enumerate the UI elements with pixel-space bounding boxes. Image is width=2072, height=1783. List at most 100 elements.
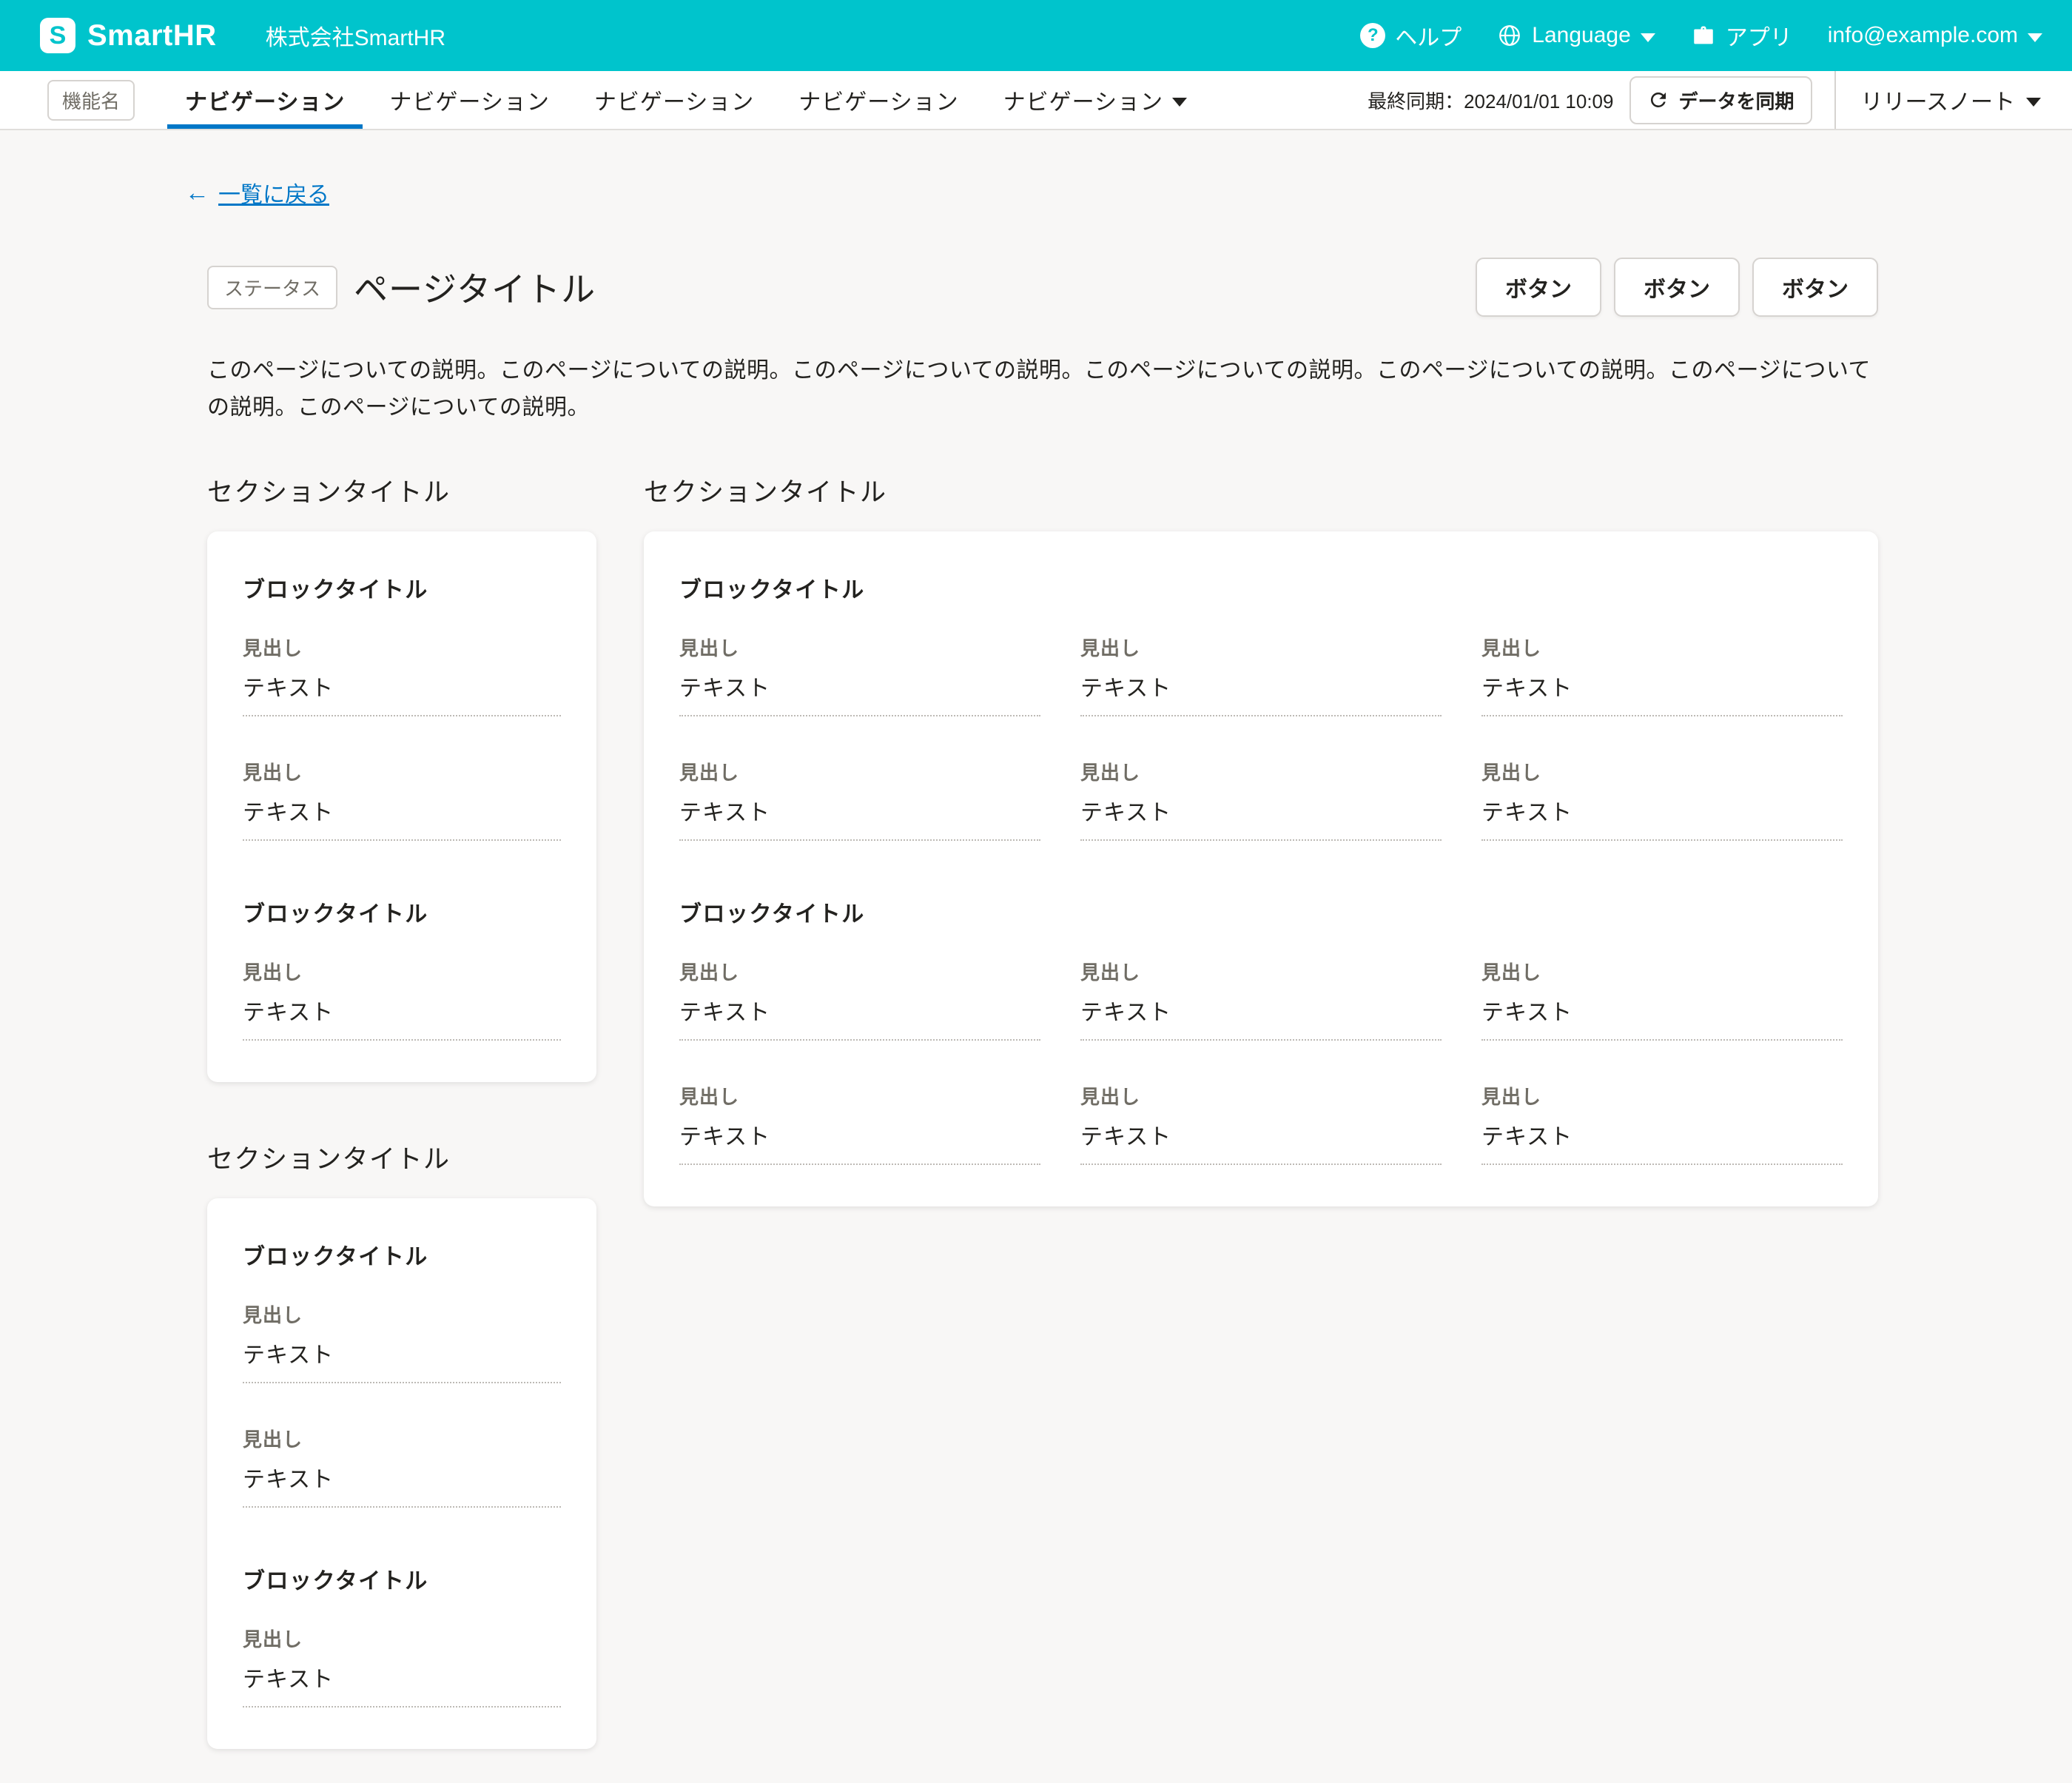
feature-name-badge: 機能名 <box>47 80 135 121</box>
definition-term: 見出し <box>1080 634 1442 661</box>
definition-value: テキスト <box>679 1118 1040 1165</box>
back-to-list-link[interactable]: ← 一覧に戻る <box>185 176 329 209</box>
definition-item: 見出し テキスト <box>679 634 1040 716</box>
definition-item: 見出し テキスト <box>1080 1082 1442 1165</box>
status-badge: ステータス <box>207 266 337 309</box>
definition-value: テキスト <box>1080 670 1442 716</box>
nav-tab-5[interactable]: ナビゲーション <box>981 71 1209 129</box>
definition-term: 見出し <box>679 758 1040 785</box>
help-label: ヘルプ <box>1395 19 1462 52</box>
block-title: ブロックタイトル <box>679 571 1843 604</box>
left-column: セクションタイトル ブロックタイトル 見出し テキスト 見出し テキスト <box>207 471 596 1749</box>
section-title: セクションタイトル <box>644 471 1878 509</box>
section-title: セクションタイトル <box>207 471 596 509</box>
definition-term: 見出し <box>679 1082 1040 1109</box>
page-action-buttons: ボタン ボタン ボタン <box>1476 258 1878 317</box>
definition-value: テキスト <box>1481 994 1843 1041</box>
definition-item: 見出し テキスト <box>1481 958 1843 1041</box>
block-title: ブロックタイトル <box>679 896 1843 928</box>
right-column: セクションタイトル ブロックタイトル 見出し テキスト 見出し <box>644 471 1878 1206</box>
last-sync-text: 最終同期：2024/01/01 10:09 <box>1368 87 1613 114</box>
definition-term: 見出し <box>243 1300 561 1328</box>
section-title: セクションタイトル <box>207 1138 596 1176</box>
back-arrow-icon: ← <box>185 178 209 206</box>
globe-icon <box>1497 23 1522 48</box>
smarthr-logo[interactable]: S SmartHR <box>40 18 217 53</box>
definition-item: 見出し テキスト <box>243 958 561 1041</box>
refresh-icon <box>1647 89 1669 111</box>
back-link-label: 一覧に戻る <box>218 176 329 209</box>
section-2-card: ブロックタイトル 見出し テキスト 見出し テキスト <box>644 531 1878 1206</box>
definition-term: 見出し <box>243 958 561 985</box>
nav-tab-1[interactable]: ナビゲーション <box>163 71 367 129</box>
language-menu-item[interactable]: Language <box>1497 23 1655 48</box>
chevron-down-icon <box>1641 33 1655 42</box>
definition-item: 見出し テキスト <box>243 1300 561 1383</box>
nav-tab-4[interactable]: ナビゲーション <box>776 71 980 129</box>
definition-value: テキスト <box>243 794 561 841</box>
smarthr-logo-icon: S <box>40 18 75 53</box>
definition-item: 見出し テキスト <box>243 634 561 716</box>
definition-value: テキスト <box>243 1661 561 1708</box>
block-title: ブロックタイトル <box>243 1238 561 1271</box>
action-button-2[interactable]: ボタン <box>1614 258 1740 317</box>
help-icon: ? <box>1360 23 1385 48</box>
definition-value: テキスト <box>243 994 561 1041</box>
section-2: セクションタイトル ブロックタイトル 見出し テキスト 見出し <box>644 471 1878 1206</box>
language-label: Language <box>1532 23 1630 48</box>
nav-tab-label: ナビゲーション <box>594 84 754 116</box>
definition-item: 見出し テキスト <box>1080 958 1442 1041</box>
definition-term: 見出し <box>1481 758 1843 785</box>
account-menu-item[interactable]: info@example.com <box>1828 23 2042 48</box>
company-name: 株式会社SmartHR <box>266 19 445 52</box>
definition-term: 見出し <box>243 634 561 661</box>
definition-term: 見出し <box>1481 958 1843 985</box>
section-3-card: ブロックタイトル 見出し テキスト 見出し テキスト ブロックタイトル <box>207 1198 596 1749</box>
global-header: S SmartHR 株式会社SmartHR ? ヘルプ Language <box>0 0 2072 71</box>
definition-item: 見出し テキスト <box>243 1625 561 1708</box>
definition-value: テキスト <box>1080 794 1442 841</box>
help-menu-item[interactable]: ? ヘルプ <box>1360 19 1462 52</box>
block-title: ブロックタイトル <box>243 571 561 604</box>
chevron-down-icon <box>1172 98 1187 107</box>
page-title-row: ステータス ページタイトル ボタン ボタン ボタン <box>207 258 1878 317</box>
action-button-1[interactable]: ボタン <box>1476 258 1601 317</box>
nav-tab-2[interactable]: ナビゲーション <box>367 71 571 129</box>
block-title: ブロックタイトル <box>243 896 561 928</box>
definition-term: 見出し <box>243 1425 561 1452</box>
definition-value: テキスト <box>1481 1118 1843 1165</box>
definition-term: 見出し <box>243 758 561 785</box>
definition-value: テキスト <box>243 1337 561 1383</box>
definition-value: テキスト <box>1080 994 1442 1041</box>
definition-term: 見出し <box>1080 758 1442 785</box>
chevron-down-icon <box>2026 98 2041 107</box>
nav-tab-3[interactable]: ナビゲーション <box>572 71 776 129</box>
briefcase-icon <box>1691 23 1716 48</box>
definition-term: 見出し <box>243 1625 561 1652</box>
release-notes-label: リリースノート <box>1861 84 2016 116</box>
action-button-3[interactable]: ボタン <box>1752 258 1878 317</box>
section-1-card: ブロックタイトル 見出し テキスト 見出し テキスト ブロックタイトル <box>207 531 596 1082</box>
nav-tab-label: ナビゲーション <box>389 84 549 116</box>
block-2: ブロックタイトル 見出し テキスト 見出し テキスト <box>679 896 1843 1165</box>
definition-term: 見出し <box>1080 958 1442 985</box>
chevron-down-icon <box>2028 33 2042 42</box>
definition-item: 見出し テキスト <box>1080 758 1442 841</box>
block-2: ブロックタイトル 見出し テキスト <box>243 1562 561 1708</box>
sync-data-label: データを同期 <box>1678 87 1794 114</box>
definition-item: 見出し テキスト <box>243 1425 561 1508</box>
definition-item: 見出し テキスト <box>679 958 1040 1041</box>
definition-value: テキスト <box>679 794 1040 841</box>
main-content: ← 一覧に戻る ステータス ページタイトル ボタン ボタン ボタン このページに… <box>0 130 2072 1783</box>
block-1: ブロックタイトル 見出し テキスト 見出し テキスト <box>243 1238 561 1508</box>
nav-tab-label: ナビゲーション <box>798 84 958 116</box>
definition-value: テキスト <box>243 670 561 716</box>
definition-value: テキスト <box>1481 794 1843 841</box>
release-notes-menu[interactable]: リリースノート <box>1836 84 2052 116</box>
block-title: ブロックタイトル <box>243 1562 561 1595</box>
sync-data-button[interactable]: データを同期 <box>1629 76 1812 124</box>
apps-menu-item[interactable]: アプリ <box>1691 19 1792 52</box>
definition-term: 見出し <box>1481 1082 1843 1109</box>
app-root: S SmartHR 株式会社SmartHR ? ヘルプ Language <box>0 0 2072 1783</box>
block-1: ブロックタイトル 見出し テキスト 見出し テキスト <box>243 571 561 841</box>
